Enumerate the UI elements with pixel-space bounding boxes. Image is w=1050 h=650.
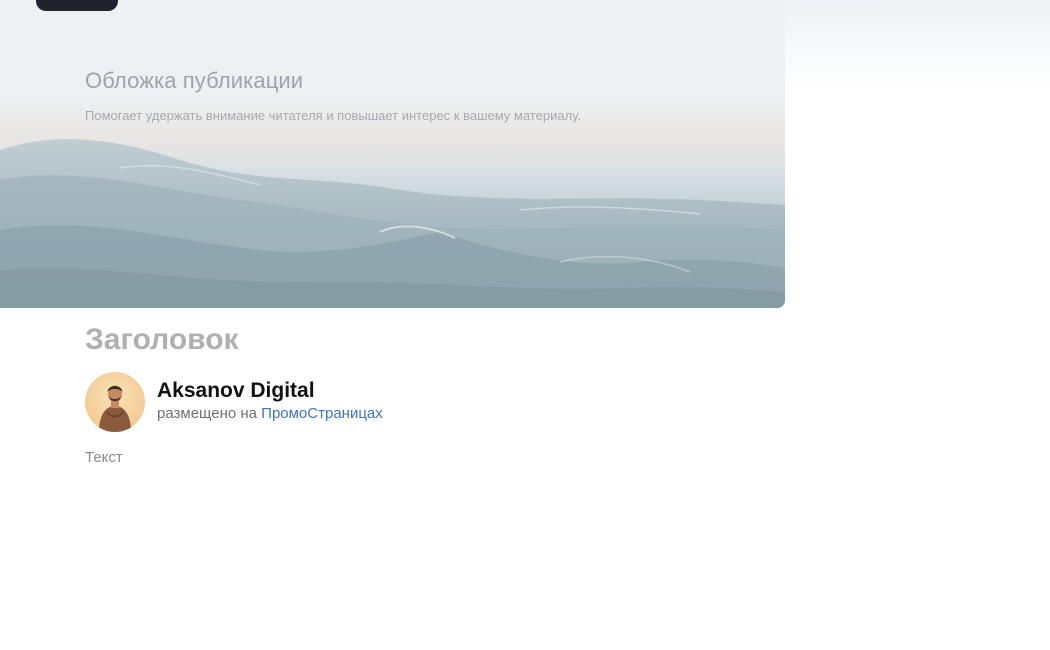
author-info: Aksanov Digital размещено на ПромоСтрани… bbox=[157, 379, 383, 425]
author-meta-prefix: размещено на bbox=[157, 405, 262, 422]
author-meta: размещено на ПромоСтраницах bbox=[157, 403, 383, 425]
avatar[interactable] bbox=[85, 372, 145, 432]
editor-page: Обложка публикации Помогает удержать вни… bbox=[0, 0, 1050, 650]
top-pill-button[interactable] bbox=[36, 0, 118, 11]
cover-title: Обложка публикации bbox=[85, 68, 304, 93]
article-title[interactable]: Заголовок bbox=[85, 323, 239, 357]
person-photo-icon bbox=[85, 372, 145, 432]
cover-image-area[interactable]: Обложка публикации Помогает удержать вни… bbox=[0, 0, 785, 308]
background-haze bbox=[785, 0, 1050, 90]
promo-pages-link[interactable]: ПромоСтраницах bbox=[261, 405, 383, 422]
sea-waves-image bbox=[0, 139, 785, 308]
article-body-text[interactable]: Текст bbox=[85, 449, 123, 466]
author-block: Aksanov Digital размещено на ПромоСтрани… bbox=[85, 372, 383, 432]
author-name: Aksanov Digital bbox=[157, 379, 315, 402]
cover-subtitle: Помогает удержать внимание читателя и по… bbox=[85, 108, 581, 123]
